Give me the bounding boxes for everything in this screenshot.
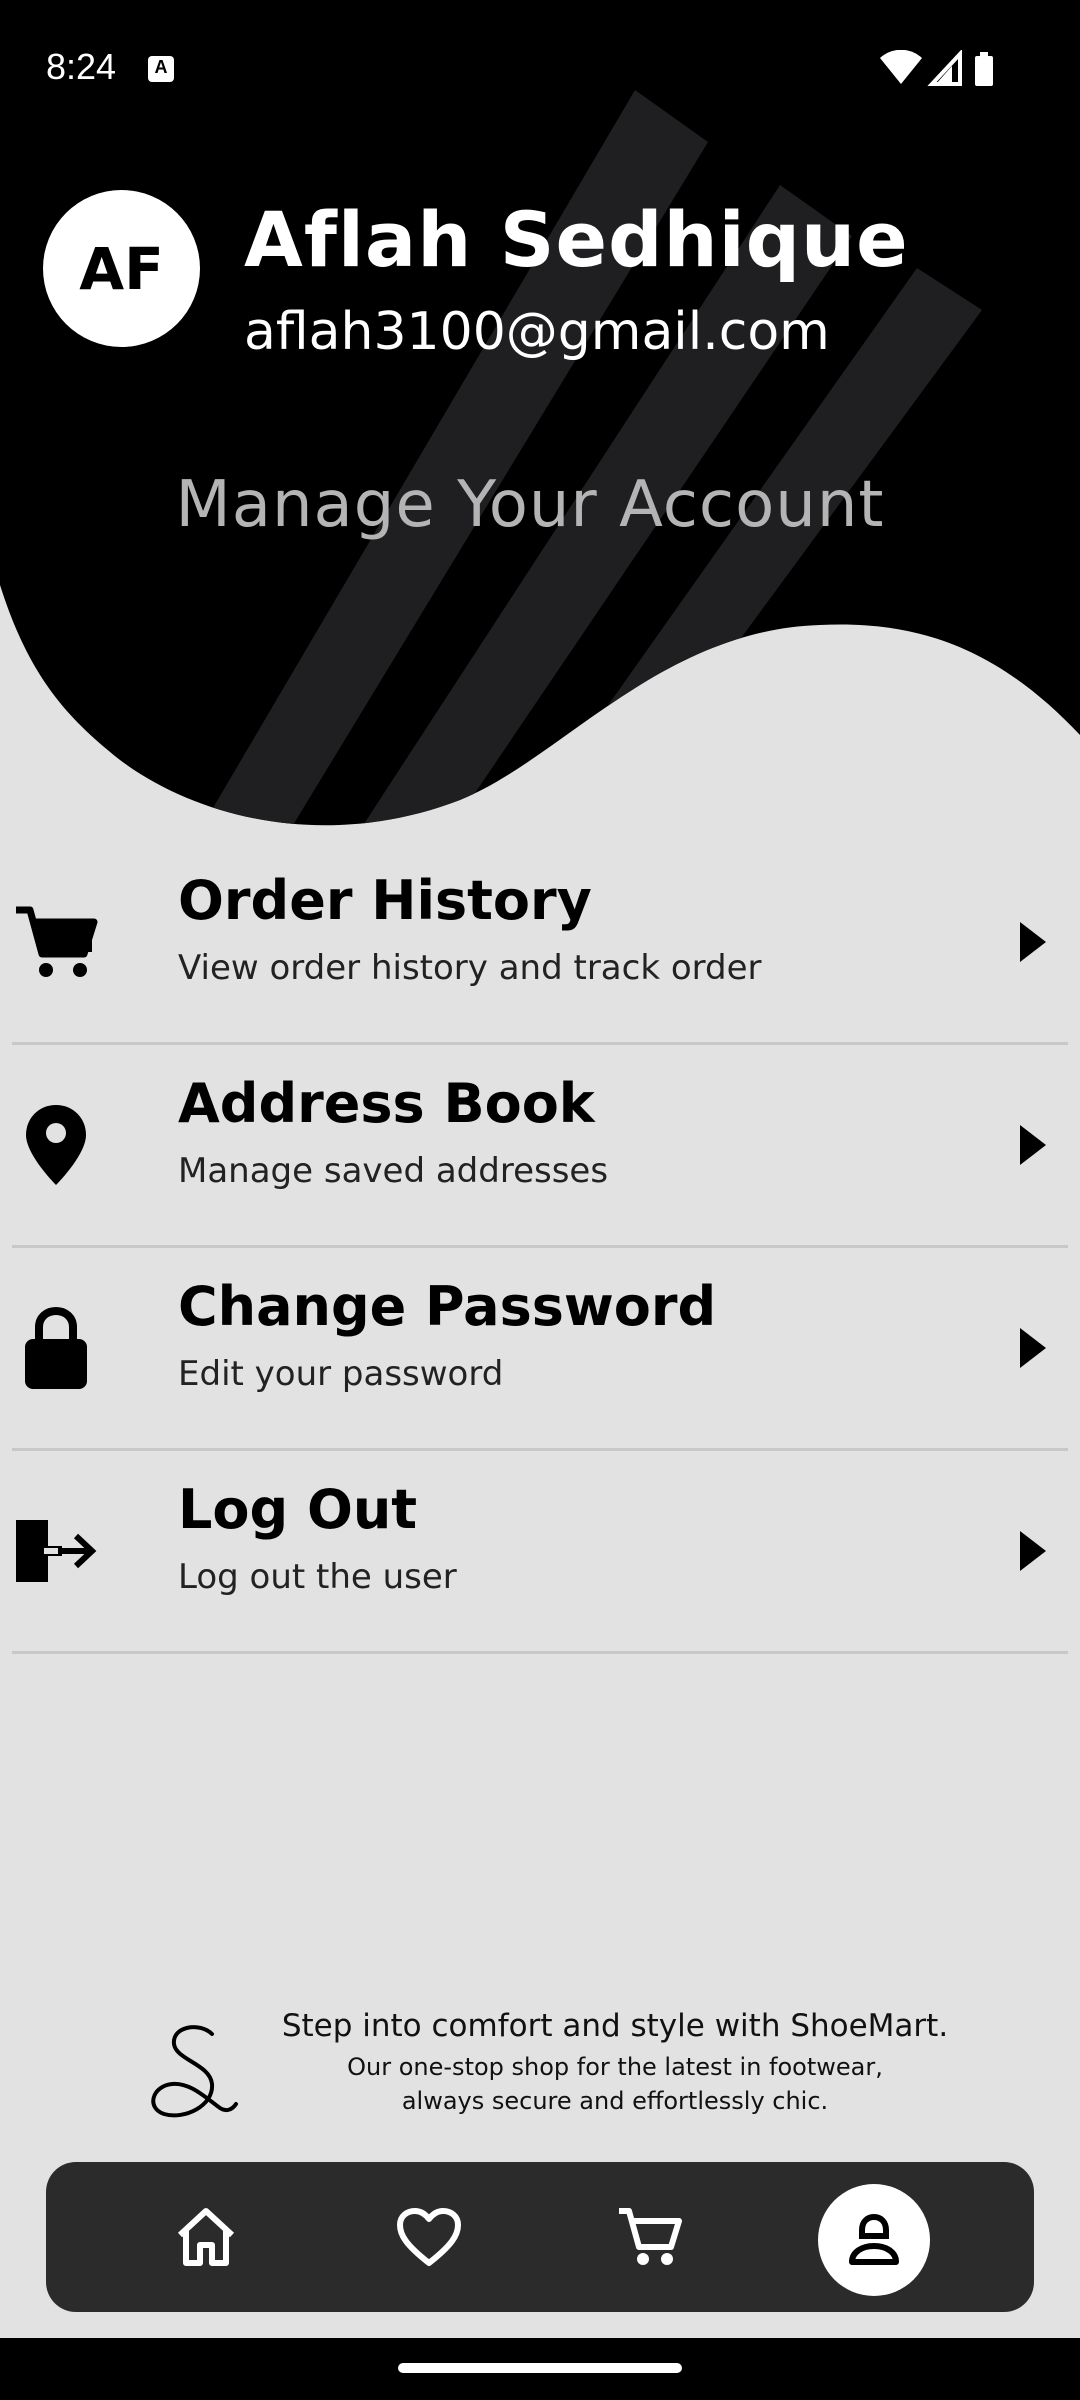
heart-icon <box>397 2208 461 2266</box>
chevron-right-icon <box>1020 1531 1046 1571</box>
cart-icon <box>14 896 98 988</box>
footer-tagline: Step into comfort and style with ShoeMar… <box>281 2008 949 2044</box>
status-bar: 8:24 A <box>0 0 1080 136</box>
menu-item-title: Log Out <box>178 1478 418 1541</box>
footer-description-line: Our one-stop shop for the latest in foot… <box>347 2053 883 2081</box>
home-icon <box>177 2208 235 2266</box>
nav-wishlist[interactable] <box>391 2199 467 2275</box>
chevron-right-icon <box>1020 1328 1046 1368</box>
menu-item-change-password[interactable]: Change Password Edit your password <box>0 1248 1080 1448</box>
nav-home[interactable] <box>168 2199 244 2275</box>
footer-description-line: always secure and effortlessly chic. <box>401 2087 829 2115</box>
page-title: Manage Your Account <box>175 468 885 542</box>
chevron-right-icon <box>1020 922 1046 962</box>
wifi-icon <box>880 49 922 84</box>
status-time: 8:24 <box>46 46 117 87</box>
notification-icon: A <box>148 56 174 82</box>
menu-item-title: Change Password <box>178 1275 717 1338</box>
cart-icon <box>619 2208 682 2265</box>
menu-item-subtitle: View order history and track order <box>178 948 762 988</box>
notification-icon-label: A <box>154 57 168 77</box>
menu-item-log-out[interactable]: Log Out Log out the user <box>0 1451 1080 1651</box>
avatar[interactable]: AF <box>43 190 200 347</box>
signal-icon <box>927 48 962 86</box>
menu-item-title: Address Book <box>178 1072 595 1135</box>
menu-item-order-history[interactable]: Order History View order history and tra… <box>0 842 1080 1042</box>
footer-description: Our one-stop shop for the latest in foot… <box>250 2050 980 2118</box>
chevron-right-icon <box>1020 1125 1046 1165</box>
footer-text: Step into comfort and style with ShoeMar… <box>250 2008 980 2118</box>
user-email: aflah3100@gmail.com <box>244 302 830 362</box>
menu-item-subtitle: Manage saved addresses <box>178 1151 609 1191</box>
nav-profile[interactable] <box>818 2184 930 2296</box>
status-icons <box>880 48 1010 90</box>
battery-icon <box>975 52 993 86</box>
menu-item-subtitle: Log out the user <box>178 1557 457 1597</box>
user-name: Aflah Sedhique <box>244 195 909 284</box>
nav-cart[interactable] <box>612 2199 688 2275</box>
menu-item-title: Order History <box>178 869 592 932</box>
lock-icon <box>14 1302 98 1394</box>
account-menu: Order History View order history and tra… <box>0 842 1080 1654</box>
profile-icon <box>849 2213 899 2265</box>
divider <box>12 1651 1068 1654</box>
shoemart-logo <box>151 2025 238 2118</box>
menu-item-address-book[interactable]: Address Book Manage saved addresses <box>0 1045 1080 1245</box>
location-pin-icon <box>14 1099 98 1191</box>
menu-item-subtitle: Edit your password <box>178 1354 504 1394</box>
logout-icon <box>14 1505 98 1597</box>
home-indicator[interactable] <box>398 2363 682 2373</box>
